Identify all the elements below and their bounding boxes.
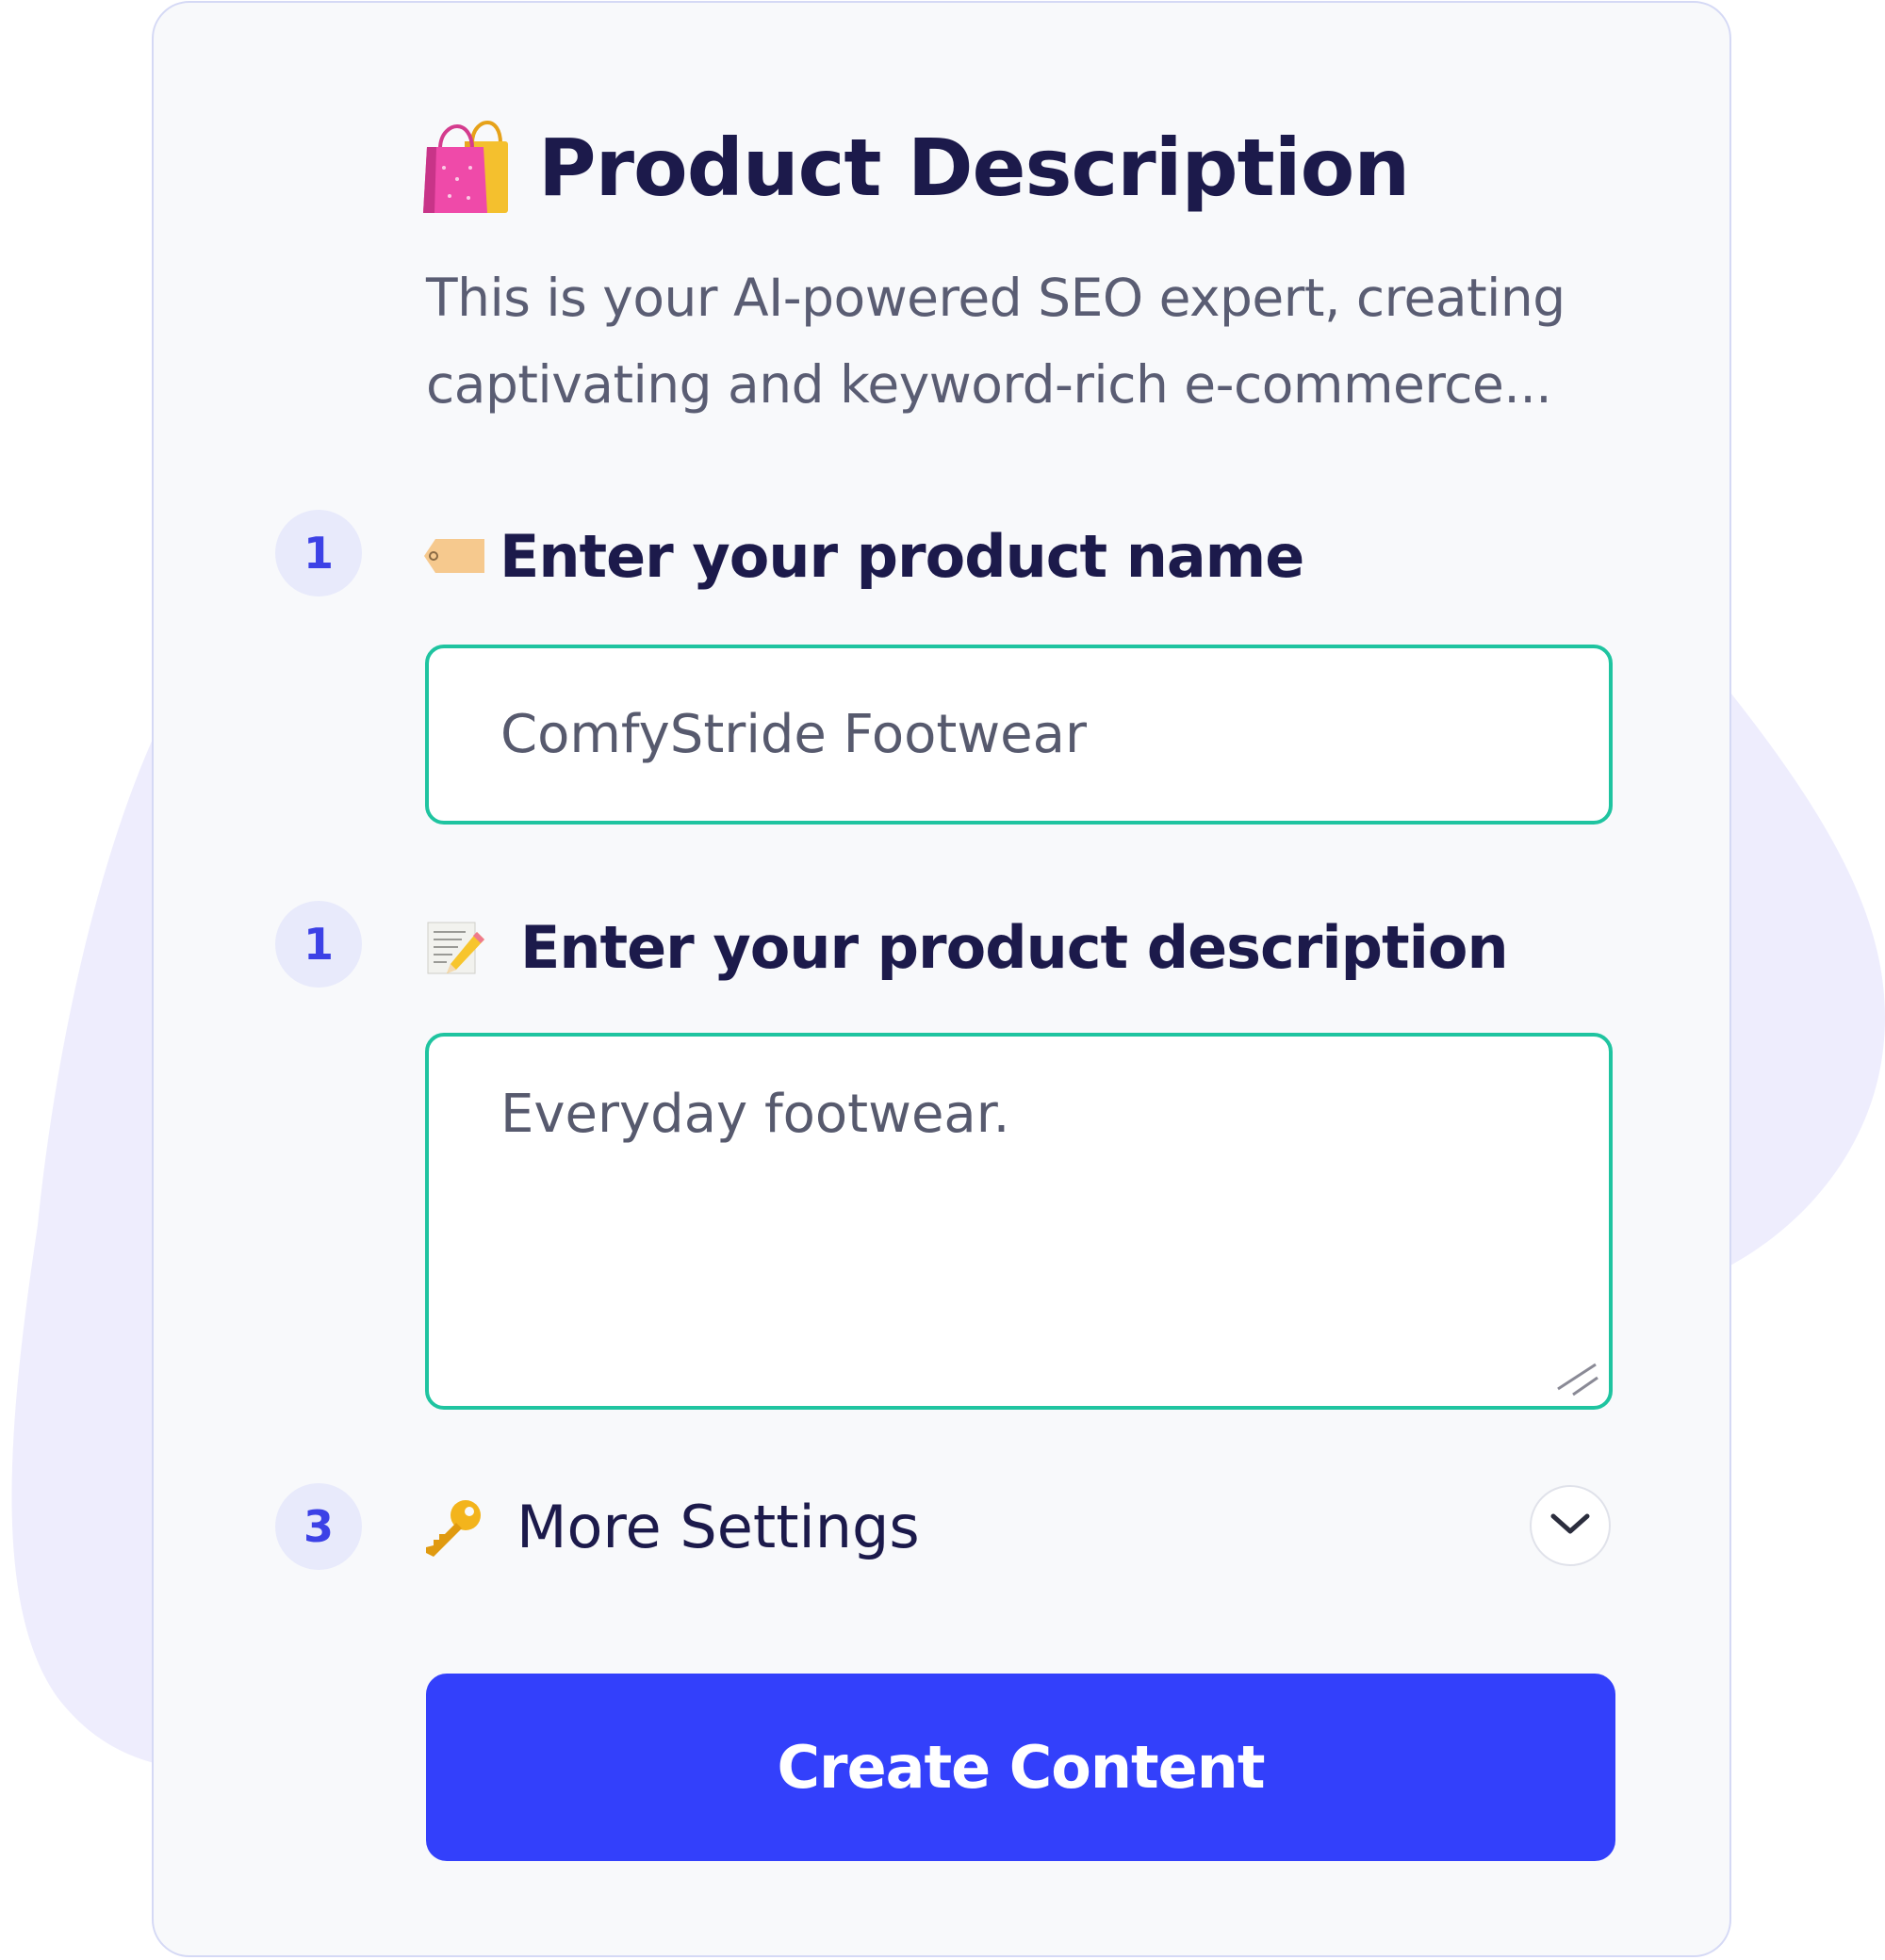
product-name-label: Enter your product name xyxy=(500,521,1304,591)
more-settings-toggle[interactable] xyxy=(1530,1485,1611,1566)
shopping-bags-icon xyxy=(423,120,510,215)
price-tag-icon xyxy=(424,526,484,586)
product-name-input[interactable] xyxy=(425,645,1613,825)
create-content-button[interactable]: Create Content xyxy=(426,1674,1615,1861)
more-settings-label: More Settings xyxy=(516,1492,920,1561)
step-number-badge: 1 xyxy=(275,901,362,988)
page-subtitle: This is your AI-powered SEO expert, crea… xyxy=(426,268,1565,415)
product-description-textarea[interactable]: Everyday footwear. xyxy=(425,1033,1613,1410)
memo-pencil-icon xyxy=(424,917,484,977)
header: Product Description xyxy=(423,111,1410,224)
chevron-down-icon xyxy=(1549,1511,1591,1541)
resize-handle-icon[interactable] xyxy=(1554,1361,1601,1398)
page-title: Product Description xyxy=(538,122,1410,214)
product-description-label: Enter your product description xyxy=(520,912,1509,982)
step-number-badge: 1 xyxy=(275,510,362,596)
key-icon xyxy=(424,1496,484,1557)
product-description-label-row: Enter your product description xyxy=(424,900,1509,994)
more-settings-row[interactable]: More Settings xyxy=(424,1479,920,1574)
product-name-label-row: Enter your product name xyxy=(424,509,1304,603)
product-description-field: Everyday footwear. xyxy=(425,1033,1613,1410)
step-number-badge: 3 xyxy=(275,1483,362,1570)
